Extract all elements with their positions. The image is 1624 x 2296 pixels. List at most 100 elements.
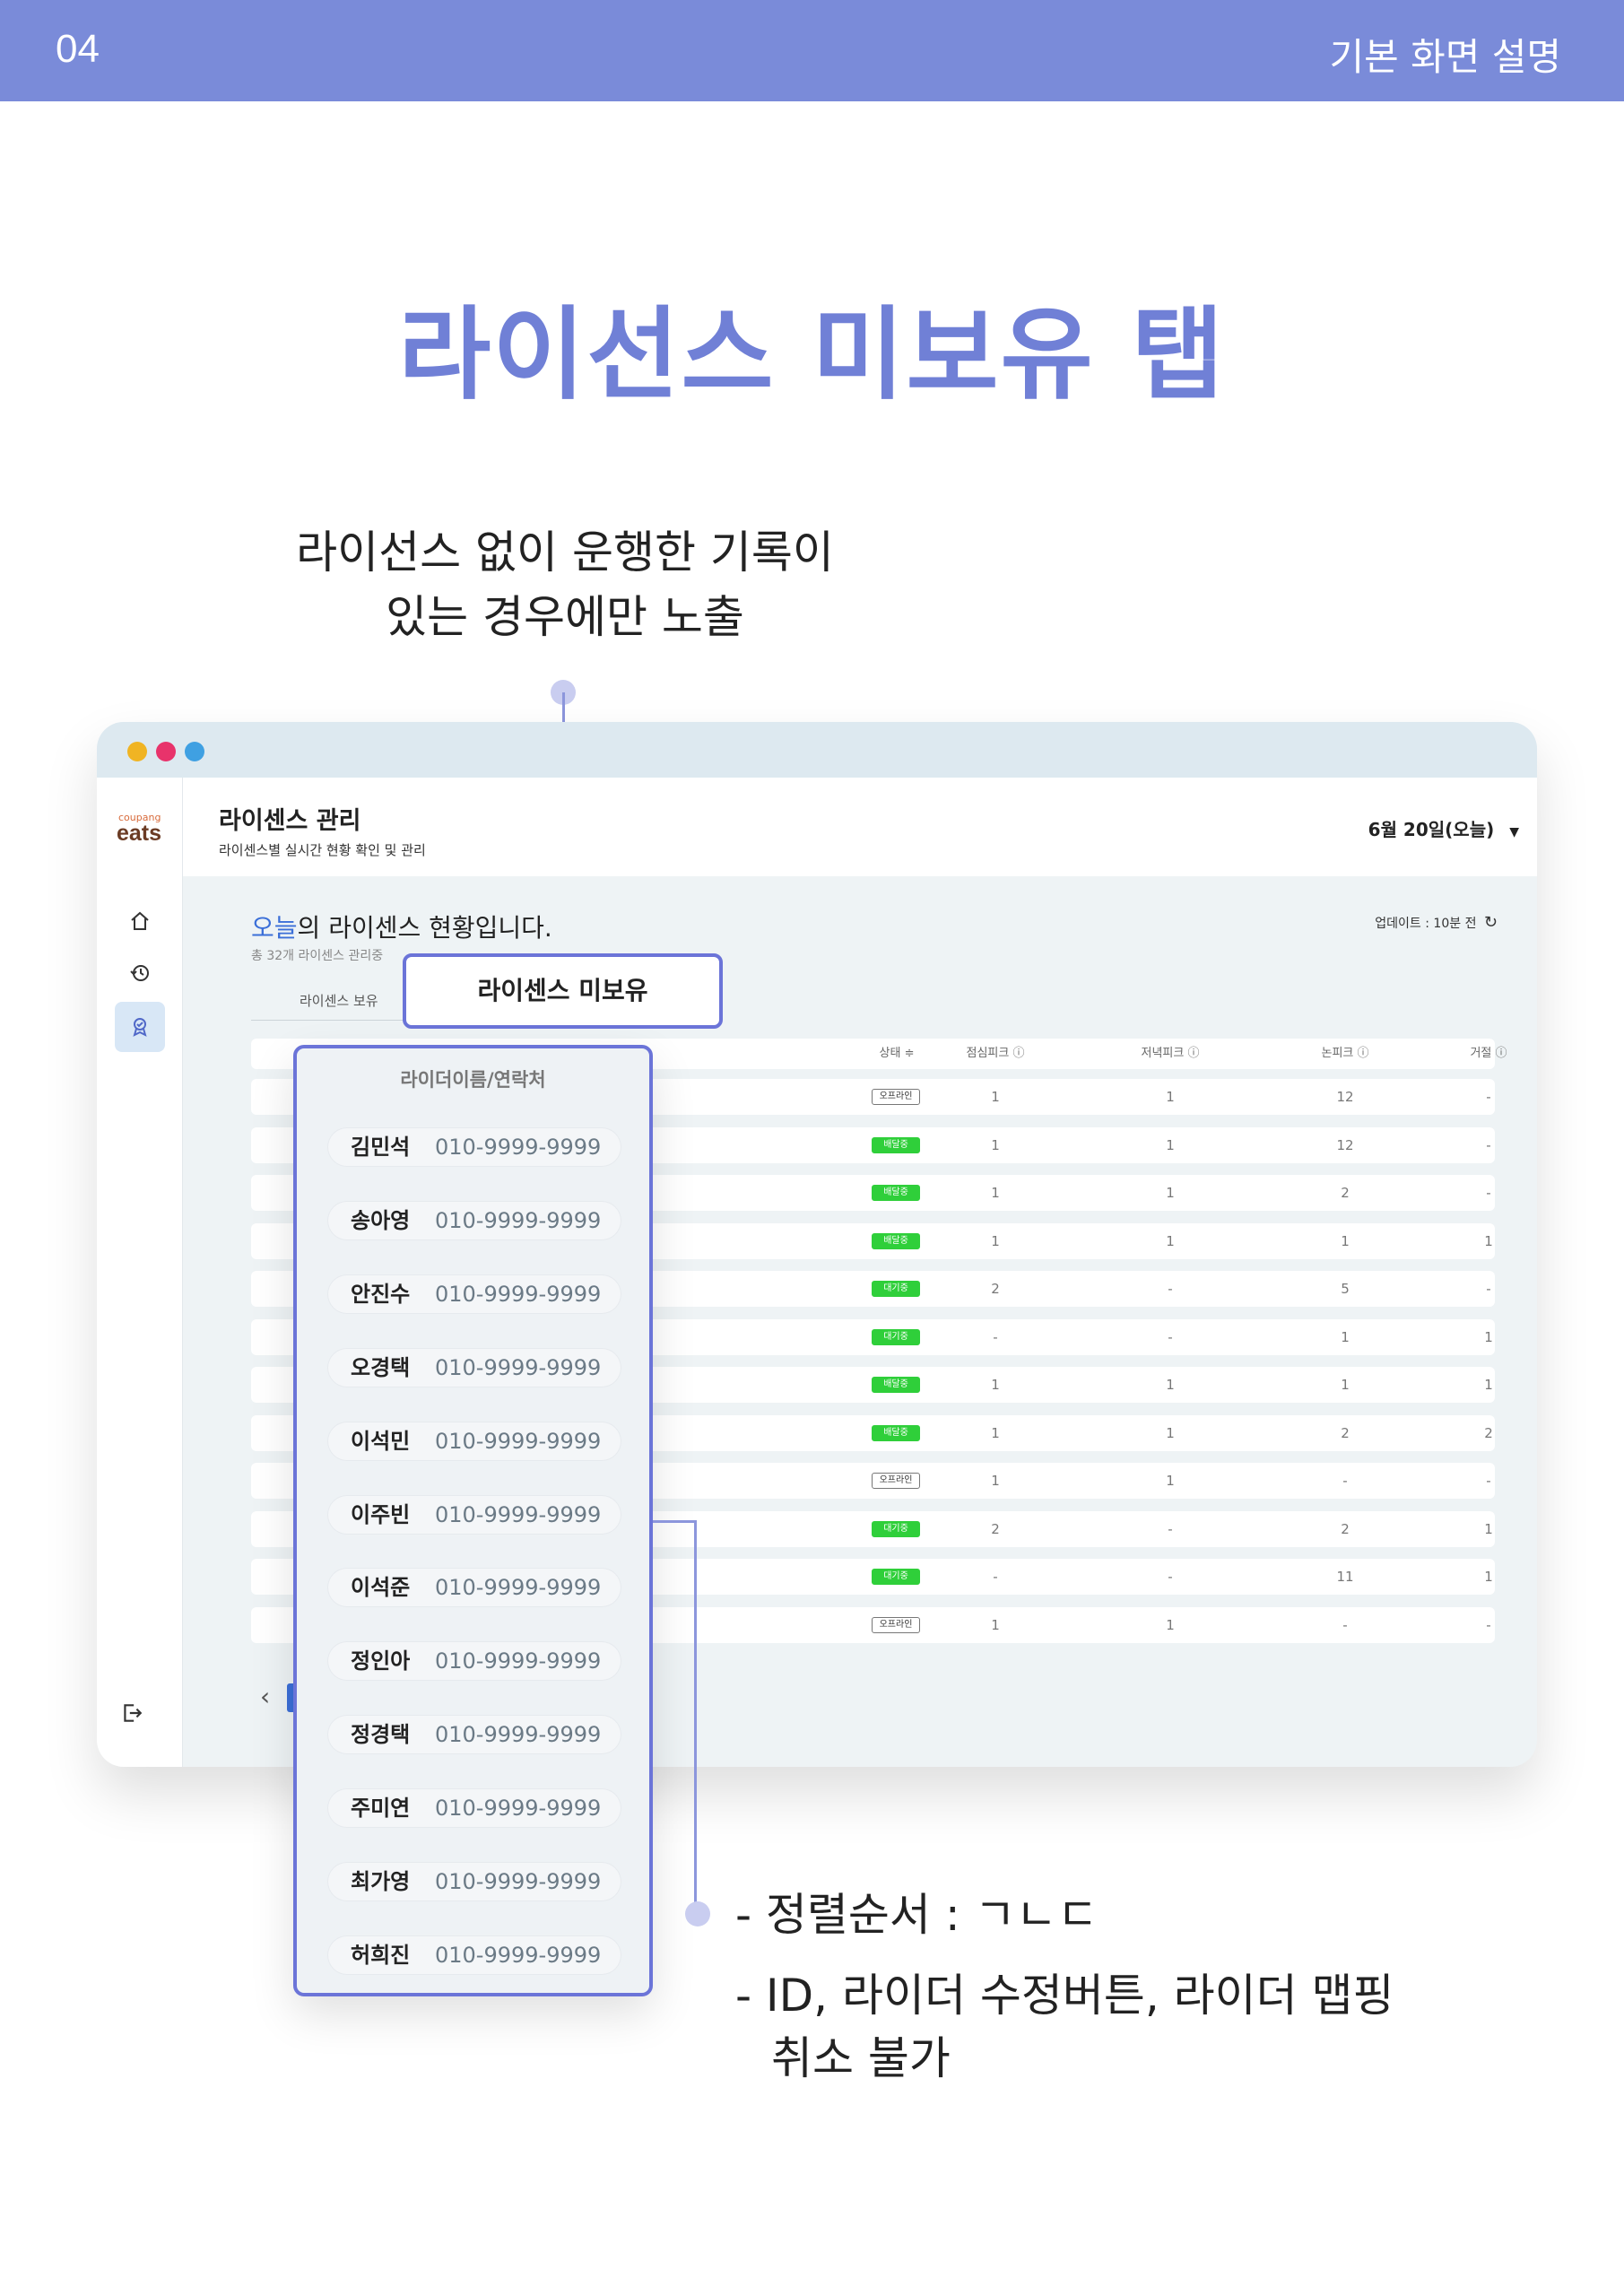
table-cell-nonpeak: 1 [1341,1329,1350,1345]
rider-item[interactable]: 이석준 010-9999-9999 [327,1568,621,1607]
rider-item[interactable]: 주미연 010-9999-9999 [327,1788,621,1828]
table-cell-dinner: 1 [1166,1425,1175,1441]
chevron-down-icon: ▼ [1509,825,1519,839]
column-header-nonpeak: 논피크 ⓘ [1321,1047,1369,1060]
badge-icon[interactable] [115,1002,165,1052]
update-label-text: 업데이트 : 10분 전 [1375,917,1477,931]
table-cell-nonpeak: - [1342,1617,1348,1633]
window-close-button[interactable] [156,742,176,761]
app-page-subtitle: 라이센스별 실시간 현황 확인 및 관리 [219,842,426,858]
rider-phone: 010-9999-9999 [435,1648,602,1674]
table-cell-nonpeak: 1 [1341,1377,1350,1393]
app-header: 라이센스 관리 라이센스별 실시간 현황 확인 및 관리 6월 20일(오늘) … [183,778,1537,876]
page-title: 라이선스 미보유 탭 [398,297,1226,413]
table-cell-nonpeak: 2 [1341,1425,1350,1441]
table-cell-dinner: - [1168,1329,1173,1345]
table-cell-dinner: 1 [1166,1617,1175,1633]
history-icon[interactable] [115,948,165,998]
window-titlebar [97,722,1537,778]
rider-phone: 010-9999-9999 [435,1796,602,1821]
app-page-title: 라이센스 관리 [219,807,361,835]
callout-dot-bottom [685,1901,710,1926]
status-heading: 오늘의 라이센스 현황입니다. [251,909,552,944]
rider-item[interactable]: 정경택 010-9999-9999 [327,1715,621,1754]
rider-phone: 010-9999-9999 [435,1355,602,1380]
status-badge: 배달중 [872,1233,920,1249]
table-cell-nonpeak: 12 [1336,1089,1354,1105]
table-cell-lunch: 1 [991,1377,1000,1393]
table-cell-lunch: - [993,1569,998,1585]
rider-item[interactable]: 최가영 010-9999-9999 [327,1862,621,1901]
callout-line-bottom-h [653,1520,696,1523]
table-cell-reject: - [1486,1089,1491,1105]
table-cell-lunch: 1 [991,1089,1000,1105]
update-label: 업데이트 : 10분 전 ↻ [1375,913,1498,932]
status-badge: 배달중 [872,1185,920,1201]
logout-icon[interactable] [120,1701,143,1731]
section-title: 기본 화면 설명 [1329,35,1561,79]
rider-name: 이주빈 [351,1502,411,1527]
rider-phone: 010-9999-9999 [435,1135,602,1160]
table-cell-nonpeak: 2 [1341,1185,1350,1201]
rider-item[interactable]: 허희진 010-9999-9999 [327,1935,621,1975]
table-cell-reject: 2 [1484,1425,1493,1441]
status-badge: 오프라인 [872,1473,920,1489]
table-cell-reject: 1 [1484,1569,1493,1585]
column-header-dinner: 저녁피크 ⓘ [1141,1047,1200,1060]
rider-name: 주미연 [351,1796,411,1821]
rider-phone: 010-9999-9999 [435,1502,602,1527]
table-cell-nonpeak: 12 [1336,1137,1354,1153]
tab-license-owned[interactable]: 라이센스 보유 [300,991,378,1010]
table-cell-reject: 1 [1484,1233,1493,1249]
column-header-reject: 거절 ⓘ [1470,1047,1507,1060]
pagination-prev-button[interactable]: ‹ [260,1682,270,1711]
window-minimize-button[interactable] [127,742,147,761]
status-badge: 오프라인 [872,1089,920,1105]
status-badge: 오프라인 [872,1617,920,1633]
rider-item[interactable]: 이석민 010-9999-9999 [327,1422,621,1461]
rider-item[interactable]: 오경택 010-9999-9999 [327,1348,621,1387]
rider-name: 이석준 [351,1575,411,1600]
status-badge: 대기중 [872,1281,920,1297]
rider-item[interactable]: 이주빈 010-9999-9999 [327,1495,621,1535]
rider-phone: 010-9999-9999 [435,1943,602,1968]
rider-name: 허희진 [351,1943,411,1968]
date-selector[interactable]: 6월 20일(오늘) ▼ [1368,815,1519,841]
window-maximize-button[interactable] [185,742,204,761]
tab-license-unowned[interactable]: 라이센스 미보유 [403,953,723,1029]
table-cell-nonpeak: 5 [1341,1281,1350,1297]
table-cell-dinner: 1 [1166,1233,1175,1249]
rider-name: 정경택 [351,1722,411,1747]
table-cell-lunch: 1 [991,1425,1000,1441]
rider-item[interactable]: 안진수 010-9999-9999 [327,1274,621,1314]
rider-phone: 010-9999-9999 [435,1208,602,1233]
table-cell-dinner: - [1168,1281,1173,1297]
rider-item[interactable]: 정인아 010-9999-9999 [327,1641,621,1681]
annotation-top: 라이선스 없이 운행한 기록이 있는 경우에만 노출 [296,520,834,649]
table-cell-reject: - [1486,1185,1491,1201]
table-cell-reject: - [1486,1473,1491,1489]
table-cell-reject: 1 [1484,1521,1493,1537]
rider-item[interactable]: 송아영 010-9999-9999 [327,1201,621,1240]
table-cell-lunch: 1 [991,1185,1000,1201]
table-cell-dinner: 1 [1166,1137,1175,1153]
rider-phone: 010-9999-9999 [435,1429,602,1454]
rider-phone: 010-9999-9999 [435,1575,602,1600]
rider-name: 오경택 [351,1355,411,1380]
rider-item[interactable]: 김민석 010-9999-9999 [327,1127,621,1167]
table-cell-nonpeak: 11 [1336,1569,1354,1585]
rider-list-header: 라이더이름/연락처 [400,1069,546,1091]
rider-name: 정인아 [351,1648,411,1674]
table-cell-reject: 1 [1484,1329,1493,1345]
table-cell-dinner: 1 [1166,1089,1175,1105]
table-cell-dinner: - [1168,1521,1173,1537]
table-cell-dinner: 1 [1166,1377,1175,1393]
rider-name: 이석민 [351,1429,411,1454]
home-icon[interactable] [115,896,165,946]
table-cell-dinner: 1 [1166,1185,1175,1201]
table-cell-dinner: 1 [1166,1473,1175,1489]
rider-name: 안진수 [351,1282,411,1307]
table-cell-lunch: 2 [991,1281,1000,1297]
refresh-icon[interactable]: ↻ [1484,913,1498,932]
annotation-top-line: 있는 경우에만 노출 [386,591,744,643]
